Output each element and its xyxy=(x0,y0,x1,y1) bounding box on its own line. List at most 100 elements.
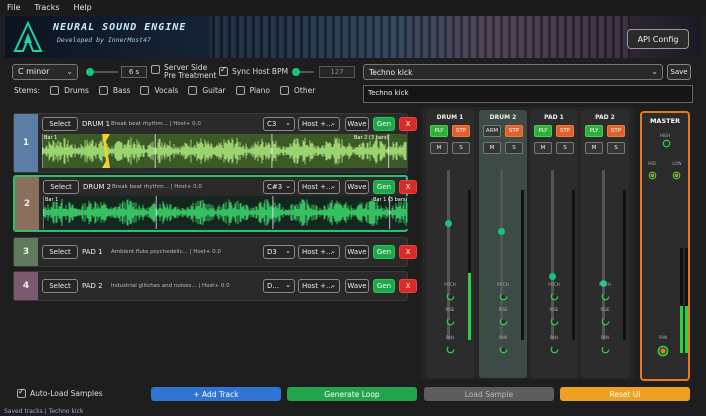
server-side-checkbox[interactable] xyxy=(151,65,160,74)
preset-select[interactable]: Techno kick ⌄ xyxy=(363,64,663,80)
track-host-select[interactable]: Host +... ⌄ xyxy=(298,245,340,259)
solo-button[interactable]: S xyxy=(556,142,574,154)
stem-guitar[interactable]: Guitar xyxy=(188,86,226,95)
track-key-select[interactable]: C#3 ⌄ xyxy=(263,180,295,194)
stem-checkbox[interactable] xyxy=(235,86,245,95)
ply-button[interactable]: PLY xyxy=(585,125,603,137)
rise-knob[interactable] xyxy=(499,317,508,326)
wave-button[interactable]: Wave xyxy=(345,117,369,131)
pan-knob[interactable] xyxy=(601,345,610,354)
rise-knob[interactable] xyxy=(601,317,610,326)
mid-knob[interactable] xyxy=(648,171,657,180)
volume-fader-handle[interactable] xyxy=(498,227,505,235)
pan-knob[interactable] xyxy=(657,345,669,357)
gen-button[interactable]: Gen xyxy=(373,117,395,131)
select-button[interactable]: Select xyxy=(42,245,78,259)
bpm-value[interactable]: 127 xyxy=(319,66,355,78)
track-key-select[interactable]: D... ⌄ xyxy=(263,279,295,293)
server-side-option[interactable]: Server Side Pre Treatment xyxy=(151,64,216,80)
gen-button[interactable]: Gen xyxy=(373,279,395,293)
low-knob[interactable] xyxy=(672,171,681,180)
stem-drums[interactable]: Drums xyxy=(50,86,89,95)
volume-fader-track[interactable] xyxy=(500,170,503,340)
bpm-slider-handle[interactable] xyxy=(292,68,300,76)
stem-piano[interactable]: Piano xyxy=(235,86,270,95)
select-button[interactable]: Select xyxy=(42,279,78,293)
pan-knob[interactable] xyxy=(499,345,508,354)
wave-button[interactable]: Wave xyxy=(345,180,369,194)
stop-button[interactable]: STP xyxy=(505,125,523,137)
stem-checkbox[interactable] xyxy=(98,86,108,95)
delete-track-button[interactable]: X xyxy=(399,245,417,259)
track-host-select[interactable]: Host +... ⌄ xyxy=(298,180,340,194)
stem-other[interactable]: Other xyxy=(279,86,315,95)
rise-knob[interactable] xyxy=(550,317,559,326)
menu-tracks[interactable]: Tracks xyxy=(34,3,59,12)
mute-button[interactable]: M xyxy=(585,142,603,154)
wave-button[interactable]: Wave xyxy=(345,279,369,293)
stem-checkbox[interactable] xyxy=(50,86,60,95)
mute-button[interactable]: M xyxy=(430,142,448,154)
auto-load-option[interactable]: Auto-Load Samples xyxy=(17,387,103,398)
solo-button[interactable]: S xyxy=(452,142,470,154)
pan-knob[interactable] xyxy=(446,345,455,354)
gen-button[interactable]: Gen xyxy=(373,245,395,259)
add-track-button[interactable]: + Add Track xyxy=(151,387,281,401)
stem-checkbox[interactable] xyxy=(140,86,150,95)
length-slider-handle[interactable] xyxy=(86,68,94,76)
track-key-select[interactable]: D3 ⌄ xyxy=(263,245,295,259)
stop-button[interactable]: STP xyxy=(452,125,470,137)
delete-track-button[interactable]: X xyxy=(399,117,417,131)
pitch-knob[interactable] xyxy=(499,292,508,301)
menu-help[interactable]: Help xyxy=(74,3,92,12)
ply-button[interactable]: PLY xyxy=(430,125,448,137)
pan-knob[interactable] xyxy=(550,345,559,354)
reset-ui-button[interactable]: Reset UI xyxy=(560,387,690,401)
track-host-select[interactable]: Host +... ⌄ xyxy=(298,117,340,131)
stem-checkbox[interactable] xyxy=(279,86,289,95)
key-select[interactable]: C minor ⌄ xyxy=(12,64,78,80)
stem-checkbox[interactable] xyxy=(188,86,198,95)
length-value[interactable]: 6 s xyxy=(121,66,147,78)
volume-fader-handle[interactable] xyxy=(445,220,452,227)
stop-button[interactable]: STP xyxy=(607,125,625,137)
volume-fader-handle[interactable] xyxy=(549,272,556,280)
track-host-select[interactable]: Host +... ⌄ xyxy=(298,279,340,293)
ply-button[interactable]: PLY xyxy=(534,125,552,137)
track-key-select[interactable]: C3 ⌄ xyxy=(263,117,295,131)
solo-button[interactable]: S xyxy=(505,142,523,154)
select-button[interactable]: Select xyxy=(43,180,79,194)
pitch-knob[interactable] xyxy=(550,292,559,301)
delete-track-button[interactable]: X xyxy=(399,279,417,293)
mute-button[interactable]: M xyxy=(483,142,501,154)
select-button[interactable]: Select xyxy=(42,117,78,131)
pitch-knob[interactable] xyxy=(446,292,455,301)
api-config-button[interactable]: API Config xyxy=(627,29,689,49)
auto-load-checkbox[interactable] xyxy=(17,387,26,398)
wave-button[interactable]: Wave xyxy=(345,245,369,259)
save-preset-button[interactable]: Save xyxy=(667,64,691,80)
delete-track-button[interactable]: X xyxy=(399,180,417,194)
mute-button[interactable]: M xyxy=(534,142,552,154)
prompt-input[interactable]: Techno kick xyxy=(363,85,693,103)
stop-button[interactable]: STP xyxy=(556,125,574,137)
high-knob[interactable] xyxy=(662,139,671,148)
arm-button[interactable]: ARM xyxy=(483,125,501,137)
stem-bass[interactable]: Bass xyxy=(98,86,130,95)
gen-button[interactable]: Gen xyxy=(373,180,395,194)
pitch-knob[interactable] xyxy=(601,292,610,301)
sync-bpm-checkbox[interactable] xyxy=(219,65,228,76)
volume-fader-track[interactable] xyxy=(551,170,554,340)
volume-fader-track[interactable] xyxy=(447,170,450,340)
volume-fader-track[interactable] xyxy=(602,170,605,340)
solo-button[interactable]: S xyxy=(607,142,625,154)
load-sample-button[interactable]: Load Sample xyxy=(424,387,554,401)
generate-loop-button[interactable]: Generate Loop xyxy=(287,387,417,401)
stem-vocals[interactable]: Vocals xyxy=(140,86,178,95)
menu-file[interactable]: File xyxy=(7,3,20,12)
sync-bpm-option[interactable]: Sync Host BPM xyxy=(219,65,288,76)
length-slider-track[interactable] xyxy=(90,71,118,73)
rise-knob[interactable] xyxy=(446,317,455,326)
waveform-display[interactable]: Bar 1 Bar 2 (3 bars) xyxy=(42,134,407,168)
waveform-display[interactable]: Bar 1 Bar 1 (3 bars) xyxy=(43,196,408,229)
